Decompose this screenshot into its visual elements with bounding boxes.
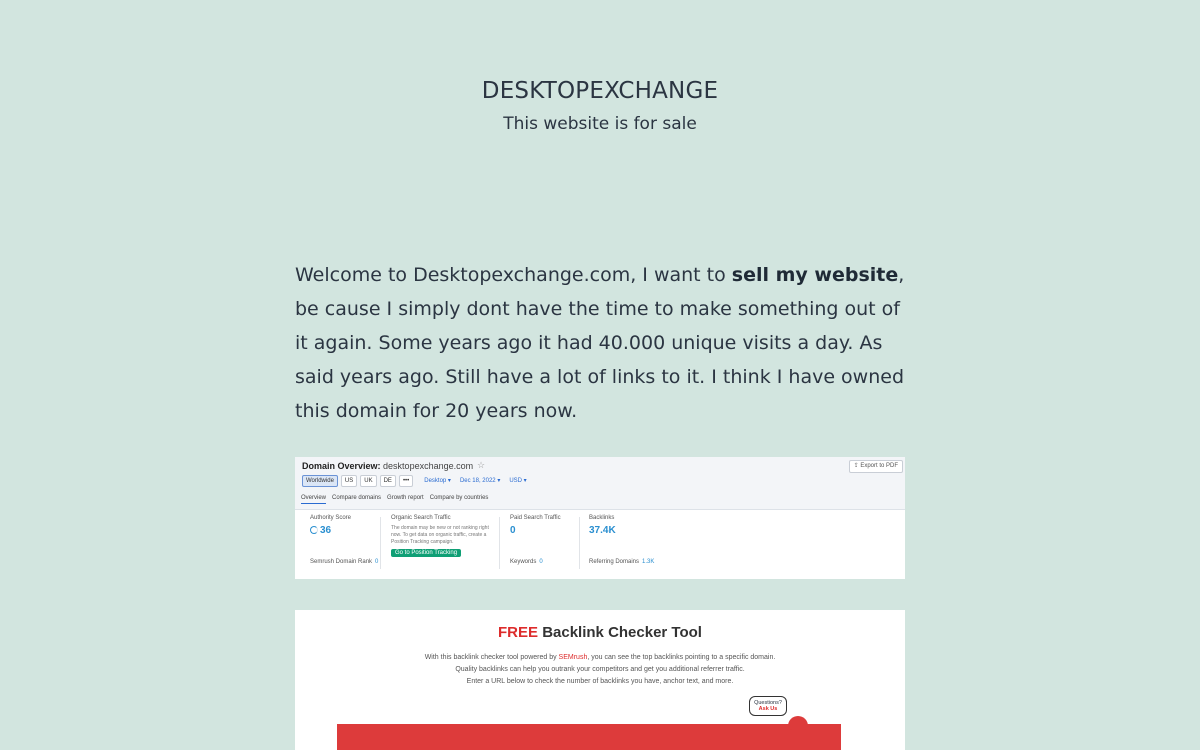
- checker-line-2: Quality backlinks can help you outrank y…: [455, 666, 745, 673]
- position-tracking-button: Go to Position Tracking: [391, 549, 462, 557]
- keywords-row: Keywords 0: [510, 559, 543, 565]
- checker-heading: FREE Backlink Checker Tool: [295, 624, 905, 641]
- mascot-icon: [788, 716, 808, 730]
- site-title: DESKTOPEXCHANGE: [481, 78, 719, 104]
- authority-card: Authority Score 36 Semrush Domain Rank 0: [310, 515, 380, 571]
- semrush-link: SEMrush: [558, 654, 588, 661]
- checker-title: Backlink Checker Tool: [538, 624, 702, 641]
- intro-text-end: , be cause I simply dont have the time t…: [295, 264, 905, 422]
- intro-text-start: Welcome to Desktopexchange.com, I want t…: [295, 264, 732, 286]
- filter-us: US: [340, 474, 358, 487]
- overview-tabs: Overview Compare domains Growth report C…: [301, 495, 488, 504]
- backlink-checker-screenshot: FREE Backlink Checker Tool With this bac…: [295, 610, 905, 750]
- paid-value: 0: [510, 525, 516, 536]
- referring-row: Referring Domains 1.3K: [589, 559, 654, 565]
- checker-line-1c: , you can see the top backlinks pointing…: [587, 654, 776, 661]
- checker-line-1a: With this backlink checker tool powered …: [424, 654, 559, 661]
- filter-worldwide: Worldwide: [302, 474, 338, 487]
- currency-dropdown: USD ▾: [509, 478, 527, 484]
- device-dropdown: Desktop ▾: [424, 478, 451, 484]
- export-pdf-button: ⇪ Export to PDF: [848, 460, 903, 473]
- device-label: Desktop: [424, 478, 447, 484]
- overview-title-label: Domain Overview:: [302, 461, 381, 471]
- intro-bold-text: sell my website: [731, 264, 899, 286]
- export-pdf-label: Export to PDF: [860, 463, 898, 469]
- checker-free-label: FREE: [498, 624, 539, 641]
- overview-filters: Worldwide US UK DE ••• Desktop ▾ Dec 18,…: [302, 474, 527, 487]
- domain-overview-screenshot: Domain Overview: desktopexchange.com ☆ ⇪…: [295, 457, 905, 579]
- star-icon: ☆: [477, 460, 486, 470]
- keywords-value: 0: [539, 559, 543, 565]
- referring-label: Referring Domains: [589, 559, 640, 565]
- checker-line-3: Enter a URL below to check the number of…: [466, 678, 734, 685]
- rank-value: 0: [375, 559, 379, 565]
- filter-uk: UK: [360, 474, 377, 487]
- keywords-label: Keywords: [510, 559, 537, 565]
- backlinks-card: Backlinks 37.4K Referring Domains 1.3K: [589, 515, 669, 571]
- paid-label: Paid Search Traffic: [510, 515, 561, 521]
- authority-ring-icon: [310, 526, 318, 535]
- filter-de: DE: [379, 474, 396, 487]
- overview-domain: desktopexchange.com: [383, 461, 474, 471]
- date-label: Dec 18, 2022: [459, 478, 496, 484]
- currency-label: USD: [509, 478, 523, 484]
- backlinks-value: 37.4K: [589, 525, 616, 536]
- rank-row: Semrush Domain Rank 0: [310, 559, 378, 565]
- paid-card: Paid Search Traffic 0 Keywords 0: [510, 515, 580, 571]
- intro-paragraph: Welcome to Desktopexchange.com, I want t…: [295, 258, 907, 428]
- tab-overview: Overview: [301, 495, 327, 504]
- rank-label: Semrush Domain Rank: [310, 559, 373, 565]
- checker-line-1: With this backlink checker tool powered …: [295, 652, 905, 664]
- authority-value-row: 36: [310, 525, 380, 536]
- tab-compare-countries: Compare by countries: [429, 495, 489, 501]
- tab-growth-report: Growth report: [387, 495, 424, 501]
- card-divider: [380, 517, 381, 569]
- card-divider: [579, 517, 580, 569]
- tab-compare-domains: Compare domains: [332, 495, 382, 501]
- authority-label: Authority Score: [310, 515, 352, 521]
- date-dropdown: Dec 18, 2022 ▾: [459, 478, 501, 484]
- referring-value: 1.3K: [642, 559, 655, 565]
- bubble-line-2: Ask Us: [758, 706, 778, 712]
- filter-more: •••: [398, 474, 414, 487]
- organic-label: Organic Search Traffic: [391, 515, 451, 521]
- backlinks-label: Backlinks: [589, 515, 615, 521]
- organic-description: The domain may be new or not ranking rig…: [391, 525, 489, 545]
- site-subtitle: This website is for sale: [503, 114, 697, 134]
- organic-card: Organic Search Traffic The domain may be…: [391, 515, 501, 571]
- authority-value: 36: [320, 525, 332, 536]
- overview-title: Domain Overview: desktopexchange.com: [302, 461, 473, 471]
- card-divider: [499, 517, 500, 569]
- checker-red-band: [337, 724, 841, 750]
- checker-description: With this backlink checker tool powered …: [295, 652, 905, 688]
- questions-bubble: Questions? Ask Us: [749, 696, 787, 716]
